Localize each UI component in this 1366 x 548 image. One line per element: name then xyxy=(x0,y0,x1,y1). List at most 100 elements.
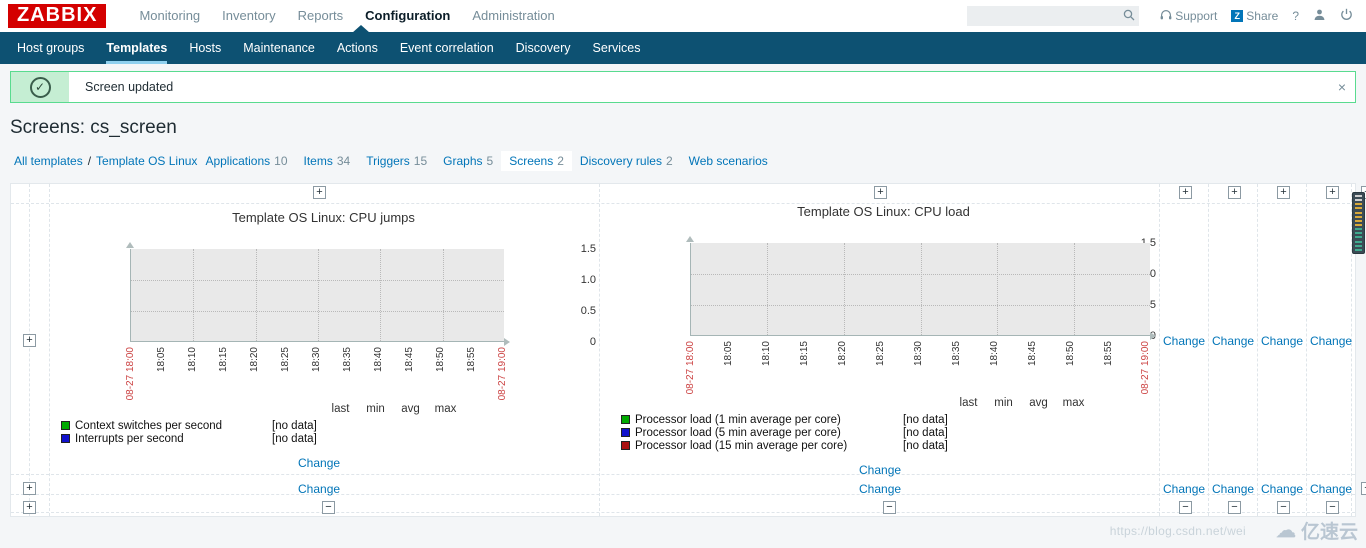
power-icon xyxy=(1340,8,1353,24)
nav-item-reports[interactable]: Reports xyxy=(287,0,355,32)
stat-header-max: max xyxy=(1062,397,1085,409)
legend-series-status: [no data] xyxy=(903,439,948,452)
tab-discovery-rules[interactable]: Discovery rules 2 xyxy=(572,151,681,171)
watermark-brand: ☁ 亿速云 xyxy=(1275,520,1358,543)
change-link[interactable]: Change xyxy=(298,456,340,470)
user-profile-link[interactable] xyxy=(1306,0,1333,32)
tab-applications[interactable]: Applications 10 xyxy=(197,151,295,171)
vertical-scrollbar[interactable] xyxy=(1352,192,1365,254)
nav-item-inventory[interactable]: Inventory xyxy=(211,0,286,32)
sidebar-item-hosts[interactable]: Hosts xyxy=(178,32,232,64)
legend-series-name: Processor load (1 min average per core) xyxy=(635,413,841,426)
sidebar-item-discovery[interactable]: Discovery xyxy=(505,32,582,64)
remove-row-button[interactable]: − xyxy=(1361,482,1366,495)
help-link[interactable]: ? xyxy=(1285,0,1306,32)
nav-item-configuration[interactable]: Configuration xyxy=(354,0,461,32)
x-tick-label: 18:20 xyxy=(837,341,848,367)
legend-series-name: Processor load (15 min average per core) xyxy=(635,439,848,452)
zabbix-logo[interactable]: ZABBIX xyxy=(8,4,107,28)
change-link[interactable]: Change xyxy=(298,482,340,496)
add-column-button[interactable]: + xyxy=(1277,186,1290,199)
sidebar-item-maintenance[interactable]: Maintenance xyxy=(232,32,326,64)
legend-series-status: [no data] xyxy=(903,426,948,439)
change-link[interactable]: Change xyxy=(1163,482,1205,496)
y-tick-label: 0 xyxy=(589,336,596,348)
legend-series-name: Context switches per second xyxy=(75,419,223,432)
grid-vline xyxy=(1208,184,1209,516)
add-column-button[interactable]: + xyxy=(874,186,887,199)
tab-items[interactable]: Items 34 xyxy=(296,151,359,171)
x-tick-label: 08-27 19:00 xyxy=(1140,341,1151,395)
add-row-button[interactable]: + xyxy=(23,334,36,347)
change-link[interactable]: Change xyxy=(1163,334,1205,348)
tab-web-scenarios[interactable]: Web scenarios xyxy=(681,151,780,171)
stat-header-last: last xyxy=(959,397,978,409)
x-tick-label: 18:40 xyxy=(989,341,1000,367)
add-row-button[interactable]: + xyxy=(23,482,36,495)
remove-column-button[interactable]: − xyxy=(1228,501,1241,514)
x-tick-label: 18:05 xyxy=(723,341,734,367)
stat-header-last: last xyxy=(331,403,350,415)
nav-item-monitoring[interactable]: Monitoring xyxy=(128,0,211,32)
remove-column-button[interactable]: − xyxy=(1277,501,1290,514)
graph-cpu-load: Template OS Linux: CPU load 1.5 1.0 0.5 … xyxy=(611,204,1156,452)
legend-item: Processor load (5 min average per core) … xyxy=(621,426,948,439)
add-row-button[interactable]: + xyxy=(23,501,36,514)
breadcrumb-all-templates[interactable]: All templates xyxy=(14,154,83,168)
sidebar-item-services[interactable]: Services xyxy=(582,32,652,64)
search-box[interactable] xyxy=(967,6,1140,26)
change-link[interactable]: Change xyxy=(1212,482,1254,496)
remove-column-button[interactable]: − xyxy=(1326,501,1339,514)
close-icon[interactable]: × xyxy=(1329,72,1355,102)
header-right-tools: Support Z Share ? xyxy=(967,0,1360,32)
check-circle-icon: ✓ xyxy=(11,72,69,102)
share-link[interactable]: Z Share xyxy=(1224,0,1285,32)
x-tick-label: 08-27 18:00 xyxy=(685,341,696,395)
x-tick-label: 18:55 xyxy=(1103,341,1114,367)
sidebar-item-event-correlation[interactable]: Event correlation xyxy=(389,32,505,64)
remove-column-button[interactable]: − xyxy=(883,501,896,514)
x-tick-label: 18:30 xyxy=(311,347,322,373)
support-label: Support xyxy=(1175,9,1218,23)
message-area: ✓ Screen updated × xyxy=(0,64,1366,103)
change-link[interactable]: Change xyxy=(1310,482,1352,496)
tab-triggers[interactable]: Triggers 15 xyxy=(358,151,435,171)
graph-cpu-jumps: Template OS Linux: CPU jumps 1.5 1.0 0.5… xyxy=(51,210,596,445)
headset-icon xyxy=(1160,9,1172,24)
sidebar-item-templates[interactable]: Templates xyxy=(95,32,178,64)
add-column-button[interactable]: + xyxy=(1228,186,1241,199)
change-link[interactable]: Change xyxy=(1212,334,1254,348)
x-tick-label: 18:35 xyxy=(342,347,353,373)
signout-link[interactable] xyxy=(1333,0,1360,32)
x-tick-label: 18:35 xyxy=(951,341,962,367)
breadcrumb-separator: / xyxy=(87,154,92,168)
breadcrumb-template-name[interactable]: Template OS Linux xyxy=(96,154,197,168)
legend-color-swatch xyxy=(621,415,630,424)
graph-legend: Context switches per second [no data] In… xyxy=(61,419,317,445)
add-column-button[interactable]: + xyxy=(1326,186,1339,199)
change-link[interactable]: Change xyxy=(859,482,901,496)
add-column-button[interactable]: + xyxy=(1179,186,1192,199)
tab-graphs[interactable]: Graphs 5 xyxy=(435,151,501,171)
change-link[interactable]: Change xyxy=(1261,334,1303,348)
graph-title: Template OS Linux: CPU jumps xyxy=(232,210,415,225)
change-link[interactable]: Change xyxy=(1310,334,1352,348)
success-message: ✓ Screen updated × xyxy=(10,71,1356,103)
add-column-button[interactable]: + xyxy=(313,186,326,199)
legend-item: Interrupts per second [no data] xyxy=(61,432,317,445)
grid-hline xyxy=(11,512,1355,513)
x-tick-label: 18:05 xyxy=(156,347,167,373)
sidebar-item-actions[interactable]: Actions xyxy=(326,32,389,64)
support-link[interactable]: Support xyxy=(1153,0,1224,32)
nav-item-administration[interactable]: Administration xyxy=(461,0,565,32)
legend-color-swatch xyxy=(621,441,630,450)
change-link[interactable]: Change xyxy=(1261,482,1303,496)
tab-screens[interactable]: Screens 2 xyxy=(501,151,572,171)
remove-column-button[interactable]: − xyxy=(1179,501,1192,514)
search-input[interactable] xyxy=(967,6,1120,26)
sidebar-item-host-groups[interactable]: Host groups xyxy=(6,32,95,64)
grid-vline xyxy=(1257,184,1258,516)
change-link[interactable]: Change xyxy=(859,463,901,477)
remove-column-button[interactable]: − xyxy=(322,501,335,514)
x-tick-label: 18:40 xyxy=(373,347,384,373)
